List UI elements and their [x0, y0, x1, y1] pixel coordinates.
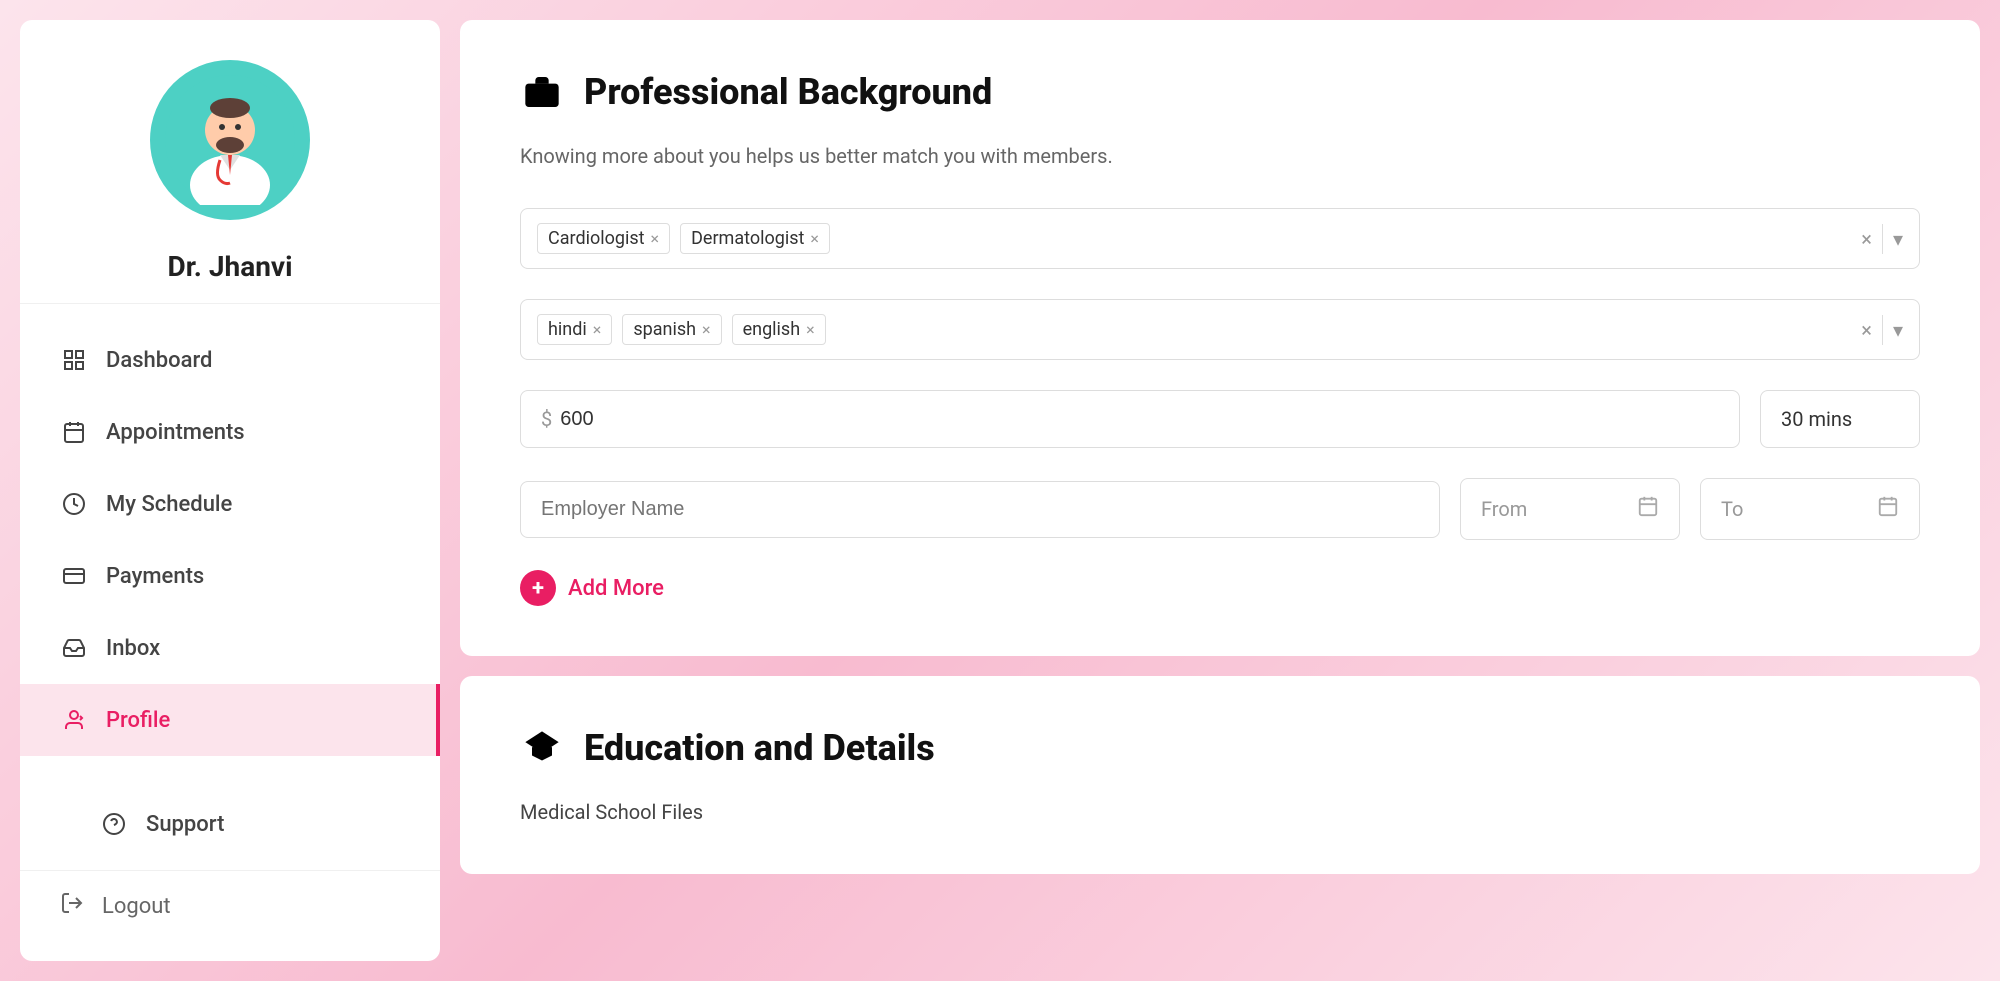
logout-label: Logout: [102, 894, 171, 919]
from-label: From: [1481, 497, 1527, 521]
doctor-name: Dr. Jhanvi: [168, 250, 293, 283]
medical-school-label: Medical School Files: [520, 800, 1920, 824]
languages-dropdown-btn[interactable]: ▾: [1893, 318, 1903, 342]
remove-spanish[interactable]: ×: [702, 320, 711, 339]
payments-icon: [60, 562, 88, 590]
schedule-icon: [60, 490, 88, 518]
specializations-dropdown-btn[interactable]: ▾: [1893, 227, 1903, 251]
sidebar-item-support[interactable]: Support: [60, 788, 400, 860]
appointments-icon: [60, 418, 88, 446]
nav-menu: Dashboard Appointments: [20, 304, 440, 778]
tag-hindi: hindi ×: [537, 314, 612, 345]
education-title: Education and Details: [584, 727, 935, 769]
sidebar-item-inbox[interactable]: Inbox: [20, 612, 440, 684]
profile-icon: [60, 706, 88, 734]
education-header: Education and Details: [520, 726, 1920, 770]
logout-button[interactable]: Logout: [60, 891, 400, 921]
professional-background-subtitle: Knowing more about you helps us better m…: [520, 144, 1920, 168]
remove-dermatologist[interactable]: ×: [810, 229, 819, 248]
main-content: Professional Background Knowing more abo…: [460, 20, 1980, 961]
professional-background-header: Professional Background: [520, 70, 1920, 114]
to-calendar-icon: [1877, 495, 1899, 523]
specializations-actions: × ▾: [1861, 224, 1903, 254]
add-more-button[interactable]: + Add More: [520, 570, 1920, 606]
support-icon: [100, 810, 128, 838]
add-more-icon: +: [520, 570, 556, 606]
support-label: Support: [146, 812, 224, 837]
currency-symbol: $: [541, 407, 552, 431]
dashboard-label: Dashboard: [106, 348, 212, 373]
employer-row: From To: [520, 478, 1920, 540]
education-card: Education and Details Medical School Fil…: [460, 676, 1980, 874]
specializations-row: Cardiologist × Dermatologist × × ▾: [520, 208, 1920, 269]
languages-row: hindi × spanish × english × × ▾: [520, 299, 1920, 360]
specializations-select[interactable]: Cardiologist × Dermatologist × × ▾: [520, 208, 1920, 269]
to-date-input[interactable]: To: [1700, 478, 1920, 540]
languages-select[interactable]: hindi × spanish × english × × ▾: [520, 299, 1920, 360]
professional-background-card: Professional Background Knowing more abo…: [460, 20, 1980, 656]
sidebar-item-payments[interactable]: Payments: [20, 540, 440, 612]
tag-dermatologist: Dermatologist ×: [680, 223, 830, 254]
from-date-input[interactable]: From: [1460, 478, 1680, 540]
inbox-icon: [60, 634, 88, 662]
to-label: To: [1721, 497, 1743, 521]
divider2: [1882, 315, 1883, 345]
remove-english[interactable]: ×: [806, 320, 815, 339]
divider: [1882, 224, 1883, 254]
sidebar-item-appointments[interactable]: Appointments: [20, 396, 440, 468]
schedule-label: My Schedule: [106, 492, 232, 517]
sidebar-item-profile[interactable]: Profile: [20, 684, 440, 756]
remove-cardiologist[interactable]: ×: [651, 229, 660, 248]
sidebar: Dr. Jhanvi Dashboard: [20, 20, 440, 961]
appointments-label: Appointments: [106, 420, 245, 445]
employer-name-input[interactable]: [520, 481, 1440, 538]
inbox-label: Inbox: [106, 636, 160, 661]
tag-spanish: spanish ×: [622, 314, 721, 345]
add-more-label: Add More: [568, 576, 664, 601]
tag-english: english ×: [732, 314, 826, 345]
payments-label: Payments: [106, 564, 204, 589]
professional-background-title: Professional Background: [584, 71, 992, 113]
consultation-fee-field[interactable]: $: [520, 390, 1740, 448]
consultation-duration-field: 30 mins: [1760, 390, 1920, 448]
specializations-clear-btn[interactable]: ×: [1861, 227, 1872, 251]
avatar: [150, 60, 310, 220]
consultation-fee-input[interactable]: [560, 408, 1719, 431]
profile-label: Profile: [106, 708, 170, 733]
avatar-section: Dr. Jhanvi: [20, 20, 440, 304]
sidebar-item-my-schedule[interactable]: My Schedule: [20, 468, 440, 540]
tag-cardiologist: Cardiologist ×: [537, 223, 670, 254]
briefcase-icon: [520, 70, 564, 114]
languages-actions: × ▾: [1861, 315, 1903, 345]
from-calendar-icon: [1637, 495, 1659, 523]
sidebar-item-dashboard[interactable]: Dashboard: [20, 324, 440, 396]
dashboard-icon: [60, 346, 88, 374]
fee-duration-row: $ 30 mins: [520, 390, 1920, 448]
logout-section: Logout: [20, 870, 440, 941]
logout-icon: [60, 891, 84, 921]
graduation-icon: [520, 726, 564, 770]
languages-clear-btn[interactable]: ×: [1861, 318, 1872, 342]
remove-hindi[interactable]: ×: [593, 320, 602, 339]
